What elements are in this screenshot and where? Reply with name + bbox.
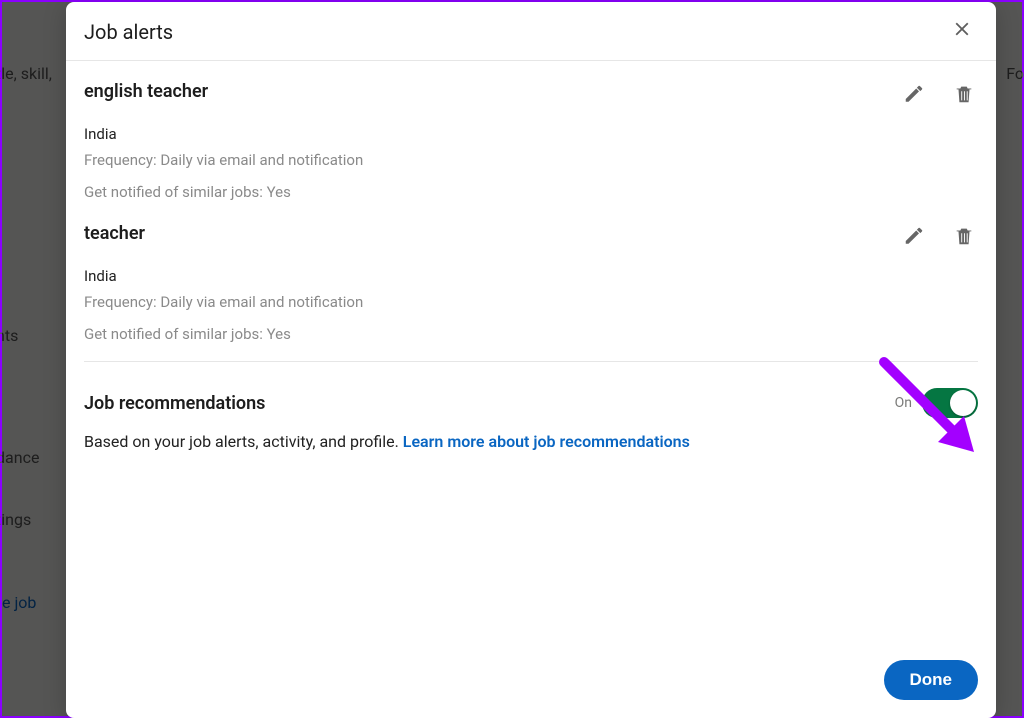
job-alert-item: english teacher xyxy=(66,61,996,219)
alert-actions xyxy=(900,81,978,109)
recommendations-desc-text: Based on your job alerts, activity, and … xyxy=(84,432,403,451)
edit-alert-button[interactable] xyxy=(900,223,928,251)
alert-frequency: Frequency: Daily via email and notificat… xyxy=(84,293,978,311)
job-alert-item: teacher India xyxy=(66,219,996,361)
alert-title: english teacher xyxy=(84,81,208,102)
close-icon xyxy=(951,18,973,47)
learn-more-link[interactable]: Learn more about job recommendations xyxy=(403,432,690,451)
recommendations-title: Job recommendations xyxy=(84,393,265,414)
recommendations-toggle[interactable] xyxy=(922,388,978,418)
alert-similar-jobs: Get notified of similar jobs: Yes xyxy=(84,325,978,343)
job-recommendations-section: Job recommendations On Based on your job… xyxy=(66,362,996,469)
alert-location: India xyxy=(84,267,978,285)
alert-location: India xyxy=(84,125,978,143)
job-alerts-dialog: Job alerts english teacher xyxy=(66,2,996,718)
dialog-footer: Done xyxy=(66,646,996,718)
toggle-knob xyxy=(950,390,976,416)
pencil-icon xyxy=(903,225,925,250)
close-button[interactable] xyxy=(946,16,978,48)
dialog-header: Job alerts xyxy=(66,2,996,61)
alert-actions xyxy=(900,223,978,251)
recommendations-description: Based on your job alerts, activity, and … xyxy=(84,432,978,451)
delete-alert-button[interactable] xyxy=(950,81,978,109)
toggle-state-label: On xyxy=(895,395,912,411)
done-button[interactable]: Done xyxy=(884,660,979,700)
modal-backdrop: Job alerts english teacher xyxy=(2,2,1022,716)
dialog-title: Job alerts xyxy=(84,20,173,44)
dialog-body: english teacher xyxy=(66,61,996,646)
alert-frequency: Frequency: Daily via email and notificat… xyxy=(84,151,978,169)
trash-icon xyxy=(953,225,975,250)
trash-icon xyxy=(953,83,975,108)
delete-alert-button[interactable] xyxy=(950,223,978,251)
pencil-icon xyxy=(903,83,925,108)
alert-title: teacher xyxy=(84,223,145,244)
recommendations-toggle-group: On xyxy=(895,388,978,418)
alert-similar-jobs: Get notified of similar jobs: Yes xyxy=(84,183,978,201)
edit-alert-button[interactable] xyxy=(900,81,928,109)
